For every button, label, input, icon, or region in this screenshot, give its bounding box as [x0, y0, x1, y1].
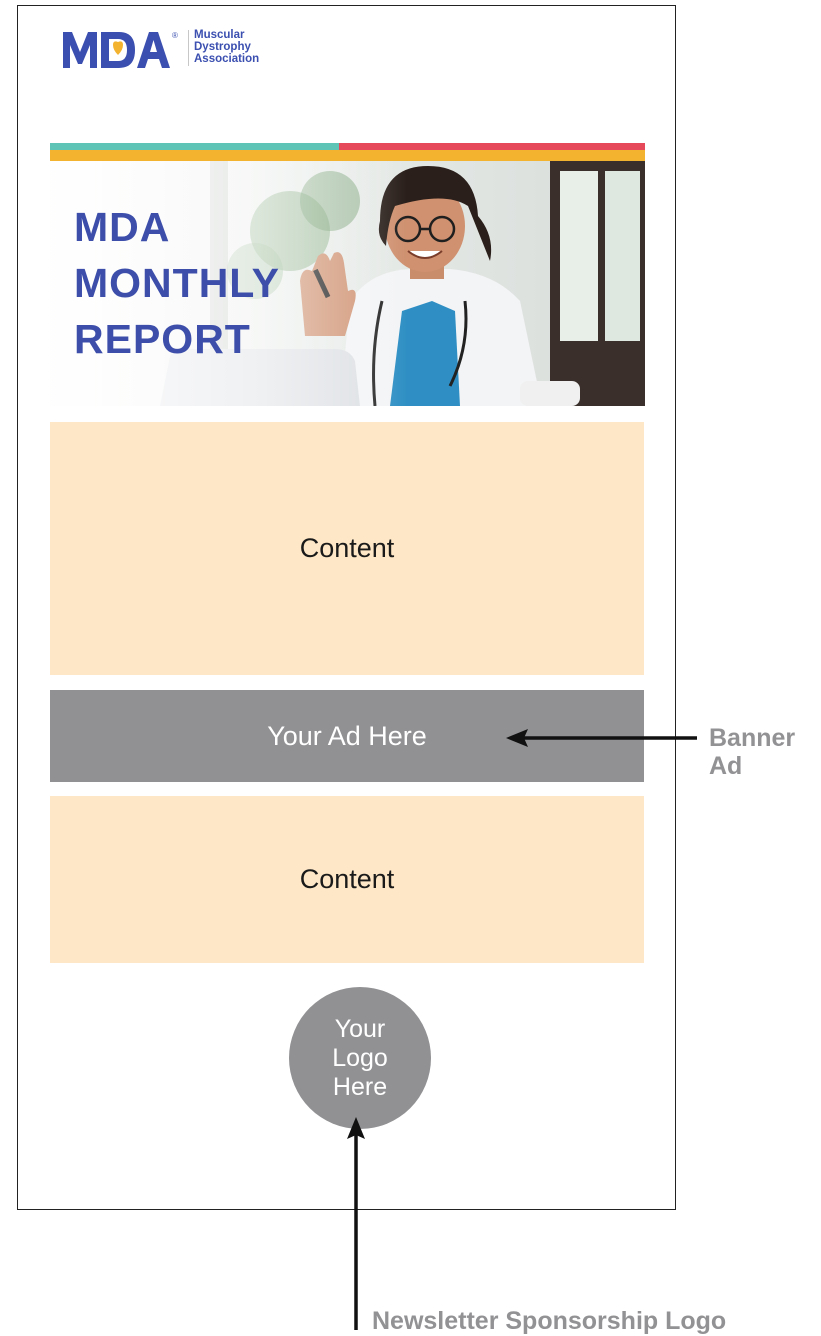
callout-arrows [347, 729, 697, 1330]
sponsor-arrow-icon [347, 1117, 365, 1330]
callout-line: Banner [709, 724, 796, 752]
banner-ad-callout: Banner Ad [709, 724, 795, 780]
sponsor-logo-callout: Newsletter Sponsorship Logo [372, 1307, 727, 1335]
callout-line: Ad [709, 752, 743, 780]
banner-arrow-icon [506, 729, 697, 747]
